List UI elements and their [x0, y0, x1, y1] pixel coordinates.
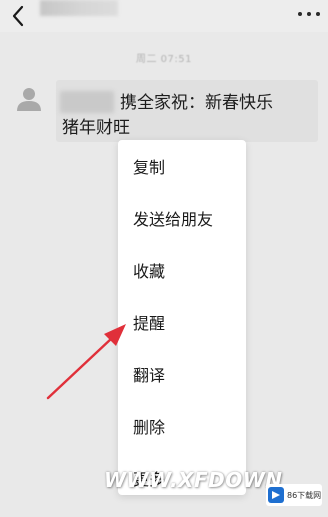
more-button[interactable] [298, 10, 320, 18]
message-text-line-2: 猪年财旺 [62, 118, 130, 138]
message-text-line-1: 携全家祝：新春快乐 [120, 93, 273, 113]
top-bar [0, 0, 328, 32]
back-button[interactable] [6, 2, 32, 30]
message-timestamp: 周二 07:51 [136, 54, 192, 65]
menu-item-send-to-friend[interactable]: 发送给朋友 [118, 192, 246, 244]
context-menu: 复制 发送给朋友 收藏 提醒 翻译 删除 更多 [118, 140, 246, 495]
watermark-badge: 86下载网 [266, 484, 322, 506]
avatar[interactable] [14, 84, 44, 114]
site-logo-icon [268, 487, 284, 503]
more-dot [316, 12, 320, 16]
menu-item-copy[interactable]: 复制 [118, 140, 246, 192]
menu-item-translate[interactable]: 翻译 [118, 348, 246, 400]
sender-name-redacted [60, 91, 114, 113]
more-dots-icon [298, 12, 302, 16]
menu-item-remind[interactable]: 提醒 [118, 296, 246, 348]
chat-title-redacted [40, 0, 118, 16]
watermark-text: WWW.XFDOWN [104, 468, 283, 492]
person-icon [17, 88, 41, 111]
more-dot [307, 12, 311, 16]
menu-item-favorite[interactable]: 收藏 [118, 244, 246, 296]
menu-item-delete[interactable]: 删除 [118, 400, 246, 452]
chevron-left-icon [12, 5, 24, 27]
watermark-badge-label: 86下载网 [287, 490, 322, 500]
